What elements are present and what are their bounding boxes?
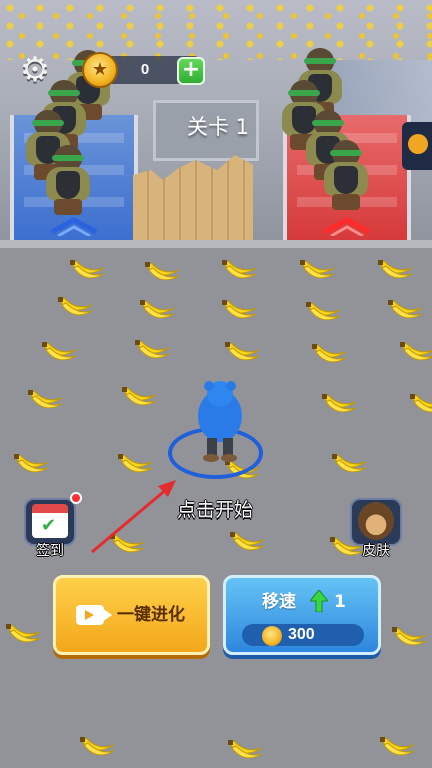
blue-chevron-icon (50, 217, 98, 236)
floor-edge (0, 240, 432, 248)
video-ad-icon (76, 605, 112, 625)
coin-count: 0 (140, 61, 150, 78)
red-chevron-icon (323, 217, 371, 236)
enemy-monkey (40, 145, 96, 215)
skin-button[interactable]: 皮肤 (344, 498, 408, 568)
tap-to-start-hint: 点击开始 (176, 499, 253, 521)
coin-icon: ★ (82, 52, 118, 88)
arrow-up-icon (310, 590, 328, 612)
coin-icon (262, 626, 282, 646)
add-coins-button[interactable]: + (177, 57, 205, 85)
checkin-label: 签到 (36, 543, 64, 559)
skin-label: 皮肤 (362, 543, 390, 559)
speed-level: 1 (334, 592, 346, 612)
monkey-avatar-icon (358, 502, 394, 540)
enemy-monkey (318, 140, 374, 210)
speed-cost-value: 300 (288, 626, 315, 643)
player-monkey[interactable] (185, 378, 255, 468)
level-title: 关卡 1 (186, 115, 250, 139)
calendar-check-icon: ✔ (32, 504, 68, 538)
speed-upgrade-button[interactable]: 移速 1 300 (223, 575, 381, 655)
checkin-button[interactable]: ✔ 签到 (18, 492, 82, 568)
side-event-icon[interactable] (402, 122, 432, 170)
one-click-evolve-button[interactable]: 一键进化 (53, 575, 210, 655)
speed-label: 移速 (262, 592, 296, 612)
notification-dot (70, 492, 82, 504)
settings-gear-icon[interactable]: ⚙ (18, 53, 52, 87)
evolve-label: 一键进化 (117, 605, 185, 625)
